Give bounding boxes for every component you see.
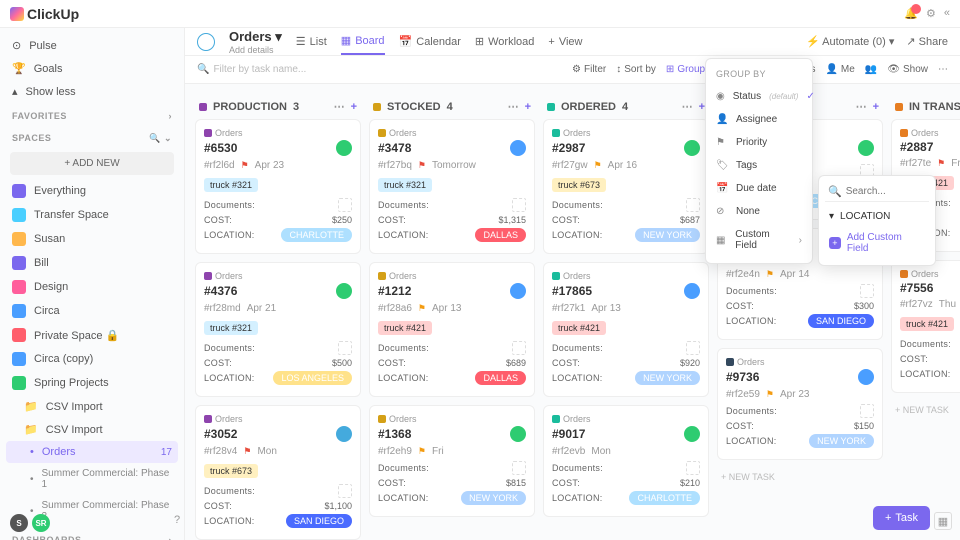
sidebar-orders[interactable]: •Orders17 (6, 441, 178, 463)
list-title[interactable]: Orders ▾Add details (229, 29, 282, 55)
task-card[interactable]: Orders #6530 #rf2l6d⚑Apr 23 truck #321 D… (195, 119, 361, 254)
sidebar-space[interactable]: Private Space 🔒 (0, 323, 184, 347)
col-add-icon[interactable]: + (873, 101, 879, 113)
board-column: ORDERED4⋯+ Orders #2987 #rf27gw⚑Apr 16 t… (543, 94, 709, 530)
cf-search-input[interactable] (846, 186, 926, 197)
groupby-option[interactable]: ⚑Priority (706, 131, 812, 154)
col-add-icon[interactable]: + (525, 101, 531, 113)
customfield-popup: 🔍 ▾LOCATION +Add Custom Field (818, 175, 936, 266)
doc-icon[interactable] (860, 404, 874, 418)
dropdown-icon: ▾ (829, 211, 834, 222)
sidebar-goals[interactable]: 🏆Goals (0, 57, 184, 80)
share-button[interactable]: ↗ Share (906, 35, 948, 48)
tab-board[interactable]: ▦ Board (341, 28, 385, 55)
doc-icon[interactable] (686, 198, 700, 212)
doc-icon[interactable] (338, 484, 352, 498)
sidebar-pulse[interactable]: ⊙Pulse (0, 34, 184, 57)
search-input[interactable]: 🔍 Filter by task name... (197, 64, 560, 75)
doc-icon[interactable] (512, 461, 526, 475)
sidebar-folder[interactable]: 📁CSV Import (0, 395, 184, 418)
task-card[interactable]: Orders #9736 #rf2e59⚑Apr 23 Documents: C… (717, 348, 883, 460)
task-card[interactable]: Orders #2987 #rf27gw⚑Apr 16 truck #673 D… (543, 119, 709, 254)
sidebar-folder[interactable]: 📁CSV Import (0, 418, 184, 441)
list-color-icon[interactable] (197, 33, 215, 51)
sidebar-space[interactable]: Circa (copy) (0, 347, 184, 371)
board-column: IN TRANSIT2⋯+ Orders #2887 #rf27te⚑Fri t… (891, 94, 960, 530)
plus-icon: + (829, 237, 841, 249)
col-more-icon[interactable]: ⋯ (682, 100, 693, 113)
task-card[interactable]: Orders #4376 #rf28mdApr 21 truck #321 Do… (195, 262, 361, 397)
cf-add[interactable]: +Add Custom Field (825, 227, 929, 259)
groupby-option[interactable]: 📅Due date (706, 177, 812, 200)
user-avatar[interactable]: S (10, 514, 28, 532)
groupby-option[interactable]: 👤Assignee (706, 108, 812, 131)
filter-button[interactable]: ⚙ Filter (572, 64, 606, 75)
col-more-icon[interactable]: ⋯ (334, 100, 345, 113)
col-more-icon[interactable]: ⋯ (508, 100, 519, 113)
sidebar-space[interactable]: Transfer Space (0, 203, 184, 227)
sidebar-space[interactable]: Circa (0, 299, 184, 323)
task-card[interactable]: Orders #7556 #rf27vzThu truck #421 Docum… (891, 260, 960, 393)
assignee-icon[interactable]: 👥 (865, 64, 877, 75)
task-card[interactable]: Orders #3478 #rf27bq⚑Tomorrow truck #321… (369, 119, 535, 254)
doc-icon[interactable] (686, 461, 700, 475)
new-task-link[interactable]: + NEW TASK (717, 468, 883, 486)
groupby-option[interactable]: 🏷Tags (706, 154, 812, 177)
search-icon[interactable]: 🔍 ⌄ (149, 133, 172, 144)
board-column: PRODUCTION3⋯+ Orders #6530 #rf2l6d⚑Apr 2… (195, 94, 361, 530)
sidebar-showless[interactable]: ▴Show less (0, 80, 184, 103)
settings-icon[interactable]: ⚙ (926, 7, 936, 20)
doc-icon[interactable] (512, 341, 526, 355)
doc-icon[interactable] (860, 284, 874, 298)
sidebar-space[interactable]: Bill (0, 251, 184, 275)
groupby-title: GROUP BY (706, 65, 812, 85)
app-logo[interactable]: ClickUp (10, 6, 79, 22)
search-icon: 🔍 (828, 185, 842, 198)
task-card[interactable]: Orders #1368 #rf2eh9⚑Fri Documents: COST… (369, 405, 535, 517)
show-button[interactable]: 👁 Show (887, 64, 928, 75)
board-column: STOCKED4⋯+ Orders #3478 #rf27bq⚑Tomorrow… (369, 94, 535, 530)
task-card[interactable]: Orders #3052 #rf28v4⚑Mon truck #673 Docu… (195, 405, 361, 540)
notifications-icon[interactable]: 🔔 (904, 7, 918, 20)
chevron-icon[interactable]: › (169, 111, 173, 121)
doc-icon[interactable] (338, 198, 352, 212)
groupby-popup: GROUP BY ◉Status(default)✓👤Assignee⚑Prio… (705, 58, 813, 264)
doc-icon[interactable] (686, 341, 700, 355)
sidebar-child[interactable]: •Summer Commercial: Phase 1 (0, 463, 184, 495)
sidebar-space[interactable]: Design (0, 275, 184, 299)
tab-workload[interactable]: ⊞ Workload (475, 28, 534, 55)
sidebar-space[interactable]: Susan (0, 227, 184, 251)
groupby-option[interactable]: ⊘None (706, 200, 812, 223)
task-card[interactable]: Orders #1212 #rf28a6⚑Apr 13 truck #421 D… (369, 262, 535, 397)
tab-list[interactable]: ☰ List (296, 28, 327, 55)
task-card[interactable]: Orders #17865 #rf27k1Apr 13 truck #421 D… (543, 262, 709, 397)
add-new-space[interactable]: + ADD NEW (10, 152, 174, 175)
col-add-icon[interactable]: + (351, 101, 357, 113)
doc-icon[interactable] (338, 341, 352, 355)
cf-location[interactable]: ▾LOCATION (825, 206, 929, 227)
tab-view[interactable]: + View (548, 28, 582, 55)
me-button[interactable]: 👤 Me (825, 64, 854, 75)
tab-calendar[interactable]: 📅 Calendar (399, 28, 461, 55)
help-icon[interactable]: ? (174, 514, 180, 532)
sidebar-space[interactable]: Everything (0, 179, 184, 203)
sidebar-spring[interactable]: Spring Projects (0, 371, 184, 395)
new-task-link[interactable]: + NEW TASK (891, 401, 960, 419)
more-icon[interactable]: ⋯ (938, 64, 948, 75)
groupby-option[interactable]: ▦Custom Field› (706, 223, 812, 257)
collapse-icon[interactable]: « (944, 7, 950, 20)
sidebar: ⊙Pulse 🏆Goals ▴Show less FAVORITES› SPAC… (0, 28, 185, 540)
task-card[interactable]: Orders #9017 #rf2evbMon Documents: COST:… (543, 405, 709, 517)
col-more-icon[interactable]: ⋯ (856, 100, 867, 113)
grid-toggle[interactable]: ▦ (934, 512, 952, 530)
doc-icon[interactable] (512, 198, 526, 212)
groupby-option[interactable]: ◉Status(default)✓ (706, 85, 812, 108)
chevron-icon[interactable]: › (169, 535, 173, 540)
sort-button[interactable]: ↕ Sort by (616, 64, 656, 75)
new-task-button[interactable]: + Task (873, 506, 930, 530)
automate-button[interactable]: ⚡ Automate (0) ▾ (806, 35, 894, 48)
user-avatar[interactable]: SR (32, 514, 50, 532)
